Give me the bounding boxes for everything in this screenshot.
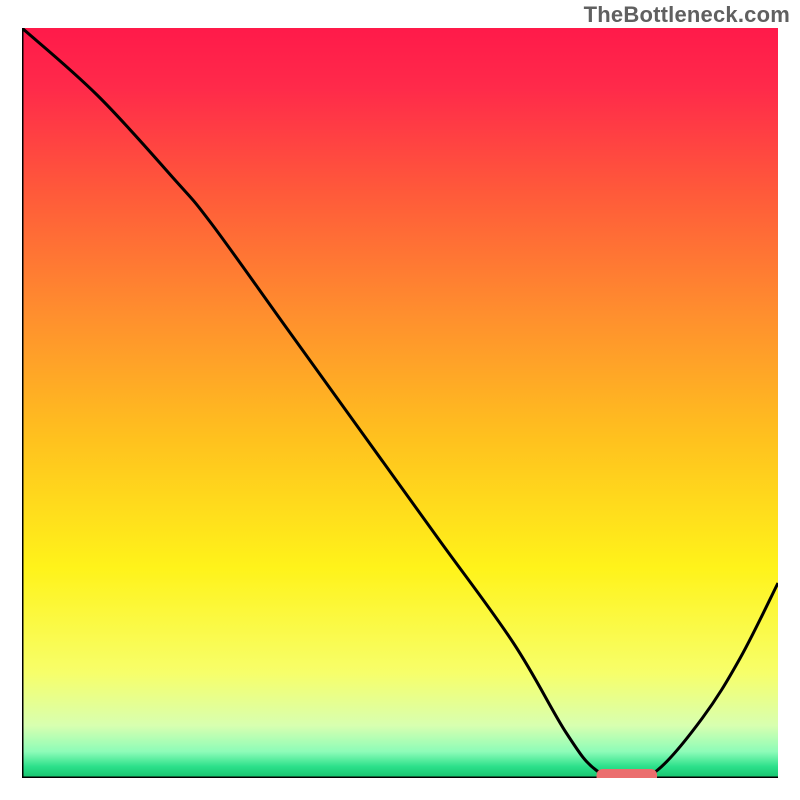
bottleneck-chart-svg (22, 28, 778, 778)
gradient-background (22, 28, 778, 778)
chart-container: TheBottleneck.com (0, 0, 800, 800)
optimal-range-marker (597, 769, 657, 778)
chart-plot-area (22, 28, 778, 778)
watermark-text: TheBottleneck.com (584, 2, 790, 28)
